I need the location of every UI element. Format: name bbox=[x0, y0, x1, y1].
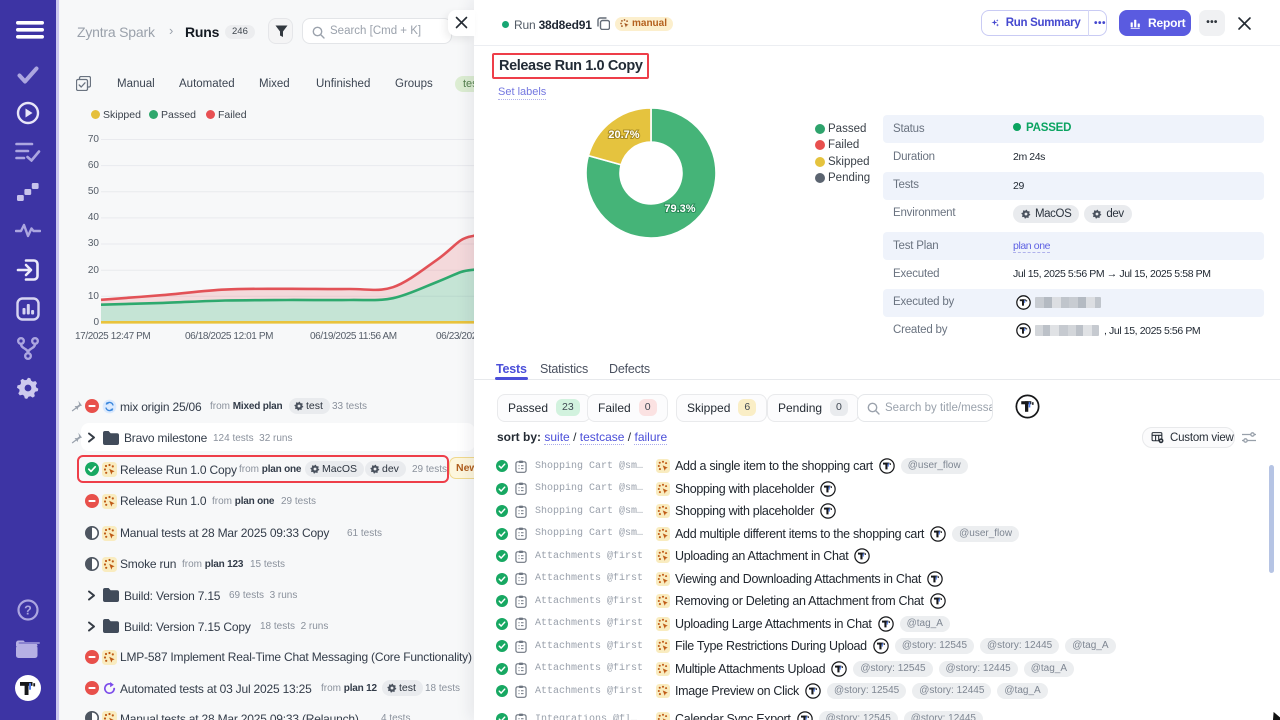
svg-text:79.3%: 79.3% bbox=[664, 203, 695, 215]
svg-text:?: ? bbox=[24, 604, 32, 618]
svg-text:20.7%: 20.7% bbox=[608, 129, 639, 141]
